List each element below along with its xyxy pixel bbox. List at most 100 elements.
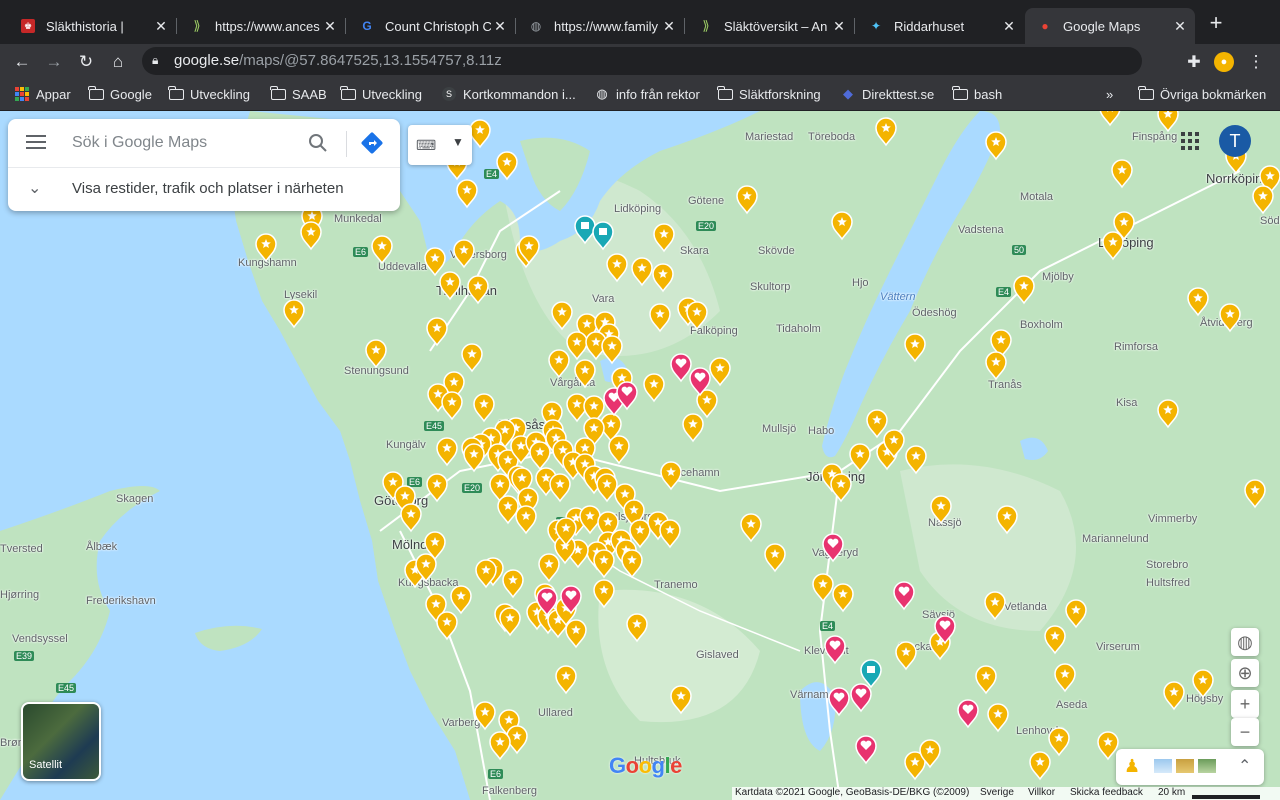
nearby-info-row[interactable]: ⌄ Visa restider, trafik och platser i nä… xyxy=(8,167,400,212)
star-pin-icon[interactable] xyxy=(300,221,322,251)
star-pin-icon[interactable] xyxy=(1044,625,1066,655)
bookmark-item[interactable]: Utveckling xyxy=(340,84,422,104)
star-pin-icon[interactable] xyxy=(1013,275,1035,305)
other-bookmarks-folder[interactable]: Övriga bokmärken xyxy=(1138,84,1266,104)
globe-view-icon[interactable]: ◍ xyxy=(1231,628,1259,656)
browser-tab[interactable]: ⟫ Släktöversikt – An ✕ xyxy=(686,8,854,44)
star-pin-icon[interactable] xyxy=(566,331,588,361)
star-pin-icon[interactable] xyxy=(895,641,917,671)
star-pin-icon[interactable] xyxy=(812,573,834,603)
star-pin-icon[interactable] xyxy=(670,685,692,715)
account-avatar[interactable]: T xyxy=(1219,125,1251,157)
heart-pin-icon[interactable] xyxy=(957,699,979,729)
star-pin-icon[interactable] xyxy=(565,619,587,649)
star-pin-icon[interactable] xyxy=(736,185,758,215)
star-pin-icon[interactable] xyxy=(831,211,853,241)
zoom-in-button[interactable]: + xyxy=(1231,690,1259,718)
star-pin-icon[interactable] xyxy=(866,409,888,439)
star-pin-icon[interactable] xyxy=(1099,111,1121,127)
bookmark-item[interactable]: SAAB xyxy=(270,84,327,104)
star-pin-icon[interactable] xyxy=(875,117,897,147)
star-pin-icon[interactable] xyxy=(400,503,422,533)
search-input[interactable]: Sök i Google Maps xyxy=(72,134,207,152)
star-pin-icon[interactable] xyxy=(1097,731,1119,761)
caret-down-icon[interactable]: ▼ xyxy=(452,135,464,149)
terrain-layer-thumb[interactable] xyxy=(1154,759,1172,773)
star-pin-icon[interactable] xyxy=(660,461,682,491)
star-pin-icon[interactable] xyxy=(441,391,463,421)
star-pin-icon[interactable] xyxy=(1029,751,1051,781)
reload-button[interactable]: ↻ xyxy=(74,50,98,74)
teal-pin-icon[interactable] xyxy=(860,659,882,689)
close-tab-icon[interactable]: ✕ xyxy=(321,18,339,35)
star-pin-icon[interactable] xyxy=(1102,231,1124,261)
zoom-out-button[interactable]: − xyxy=(1231,718,1259,746)
browser-tab[interactable]: ⟫ https://www.ances ✕ xyxy=(177,8,345,44)
my-location-icon[interactable]: ⊕ xyxy=(1231,659,1259,687)
star-pin-icon[interactable] xyxy=(450,585,472,615)
star-pin-icon[interactable] xyxy=(626,613,648,643)
star-pin-icon[interactable] xyxy=(653,223,675,253)
star-pin-icon[interactable] xyxy=(832,583,854,613)
traffic-layer-thumb[interactable] xyxy=(1176,759,1194,773)
terms-link[interactable]: Villkor xyxy=(1028,787,1055,798)
star-pin-icon[interactable] xyxy=(659,519,681,549)
heart-pin-icon[interactable] xyxy=(824,635,846,665)
teal-pin-icon[interactable] xyxy=(592,221,614,251)
star-pin-icon[interactable] xyxy=(456,179,478,209)
bookmark-item[interactable]: Utveckling xyxy=(168,84,250,104)
heart-pin-icon[interactable] xyxy=(822,533,844,563)
pegman-icon[interactable]: ♟ xyxy=(1124,756,1140,777)
star-pin-icon[interactable] xyxy=(1252,185,1274,215)
star-pin-icon[interactable] xyxy=(489,731,511,761)
star-pin-icon[interactable] xyxy=(593,549,615,579)
star-pin-icon[interactable] xyxy=(474,701,496,731)
star-pin-icon[interactable] xyxy=(365,339,387,369)
browser-menu-icon[interactable]: ⋮ xyxy=(1244,50,1268,74)
close-tab-icon[interactable]: ✕ xyxy=(660,18,678,35)
star-pin-icon[interactable] xyxy=(985,131,1007,161)
star-pin-icon[interactable] xyxy=(849,443,871,473)
star-pin-icon[interactable] xyxy=(473,393,495,423)
hamburger-menu-icon[interactable] xyxy=(26,135,46,151)
star-pin-icon[interactable] xyxy=(515,505,537,535)
star-pin-icon[interactable] xyxy=(469,119,491,149)
google-apps-grid-icon[interactable] xyxy=(1180,131,1200,151)
star-pin-icon[interactable] xyxy=(905,445,927,475)
country-link[interactable]: Sverige xyxy=(980,787,1014,798)
star-pin-icon[interactable] xyxy=(764,543,786,573)
directions-icon[interactable] xyxy=(360,131,384,155)
star-pin-icon[interactable] xyxy=(709,357,731,387)
close-tab-icon[interactable]: ✕ xyxy=(830,18,848,35)
star-pin-icon[interactable] xyxy=(255,233,277,263)
bookmark-item[interactable]: ◆ Direkttest.se xyxy=(840,84,934,104)
star-pin-icon[interactable] xyxy=(1157,111,1179,133)
home-button[interactable]: ⌂ xyxy=(106,50,130,74)
star-pin-icon[interactable] xyxy=(529,441,551,471)
satellite-layer-toggle[interactable]: Satellit xyxy=(21,702,101,781)
close-tab-icon[interactable]: ✕ xyxy=(491,18,509,35)
star-pin-icon[interactable] xyxy=(608,435,630,465)
star-pin-icon[interactable] xyxy=(1065,599,1087,629)
star-pin-icon[interactable] xyxy=(1054,663,1076,693)
star-pin-icon[interactable] xyxy=(606,253,628,283)
browser-tab[interactable]: G Count Christoph C ✕ xyxy=(347,8,515,44)
heart-pin-icon[interactable] xyxy=(670,353,692,383)
star-pin-icon[interactable] xyxy=(652,263,674,293)
heart-pin-icon[interactable] xyxy=(893,581,915,611)
star-pin-icon[interactable] xyxy=(1157,399,1179,429)
forward-button[interactable]: → xyxy=(42,50,66,74)
expand-layers-icon[interactable]: ⌃ xyxy=(1238,756,1251,776)
teal-pin-icon[interactable] xyxy=(574,215,596,245)
bookmark-item[interactable]: bash xyxy=(952,84,1002,104)
browser-tab[interactable]: ✦ Riddarhuset ✕ xyxy=(856,8,1024,44)
star-pin-icon[interactable] xyxy=(426,317,448,347)
scale-label[interactable]: 20 km xyxy=(1158,787,1185,798)
star-pin-icon[interactable] xyxy=(579,505,601,535)
star-pin-icon[interactable] xyxy=(426,473,448,503)
star-pin-icon[interactable] xyxy=(436,437,458,467)
new-tab-button[interactable]: + xyxy=(1205,12,1227,34)
star-pin-icon[interactable] xyxy=(904,333,926,363)
star-pin-icon[interactable] xyxy=(439,271,461,301)
star-pin-icon[interactable] xyxy=(686,301,708,331)
